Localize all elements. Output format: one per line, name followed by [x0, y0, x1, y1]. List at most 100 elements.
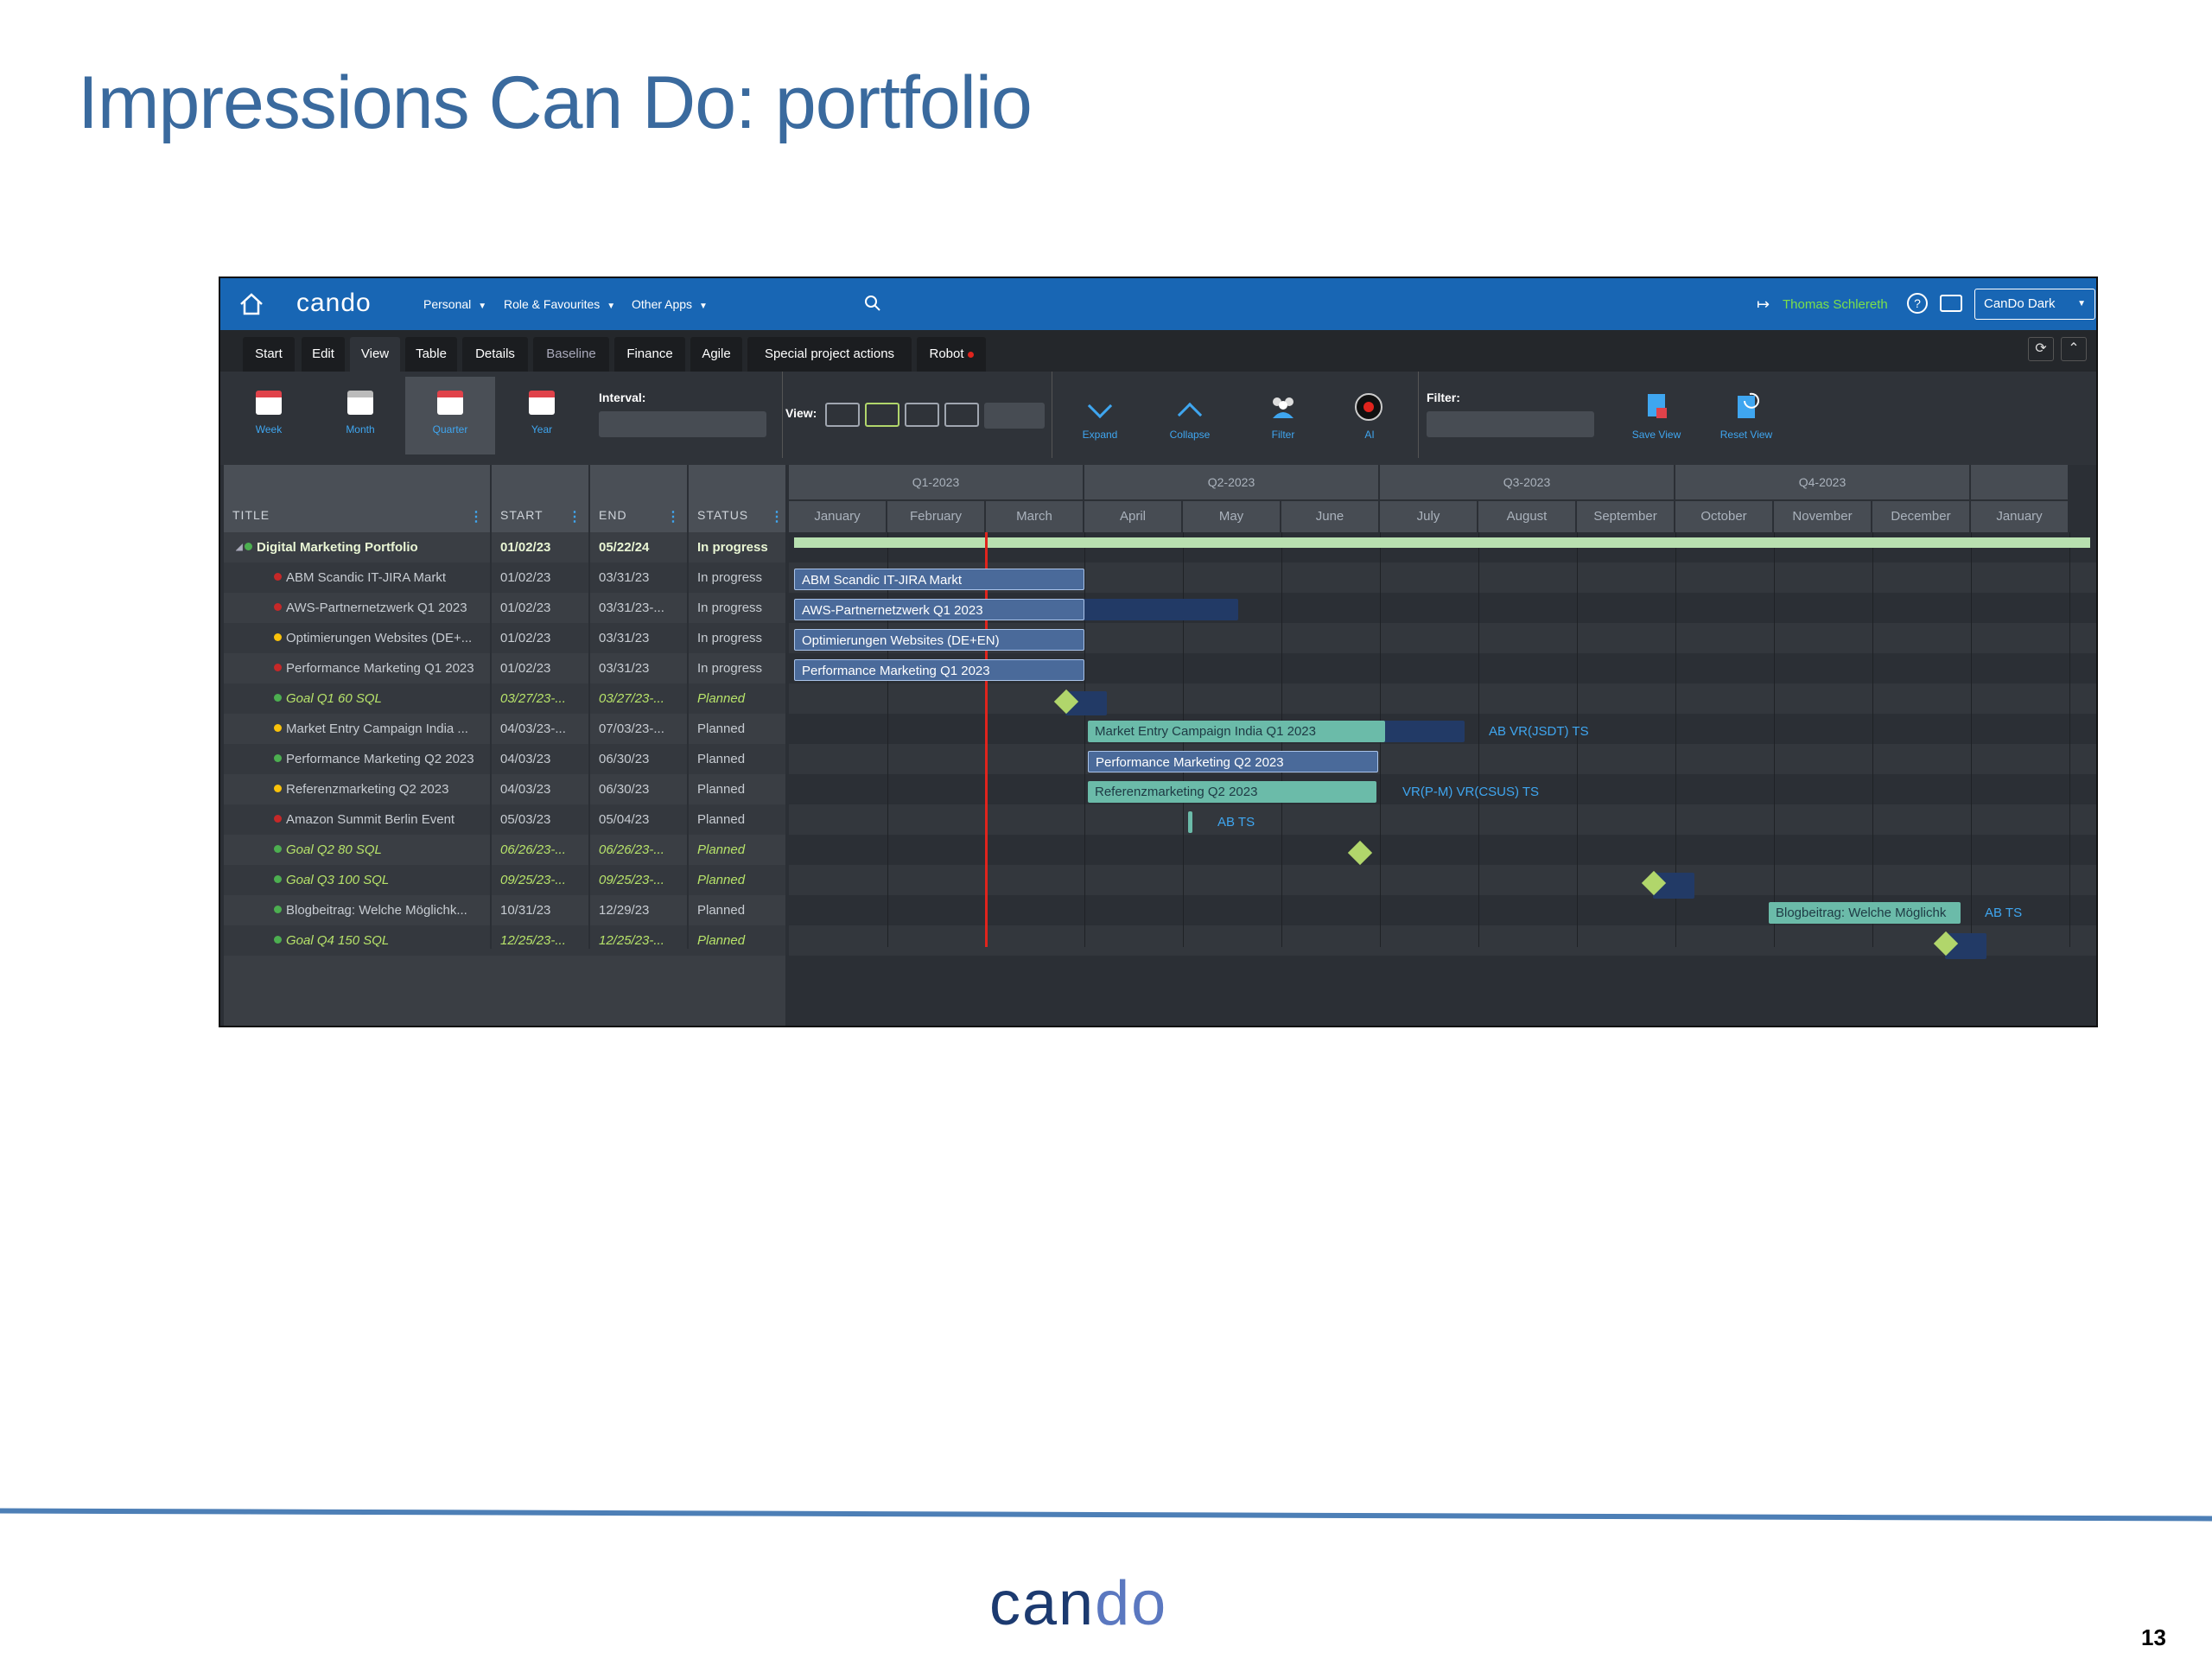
- collapse-ribbon-icon[interactable]: ⌃: [2061, 337, 2087, 361]
- filter-people-icon[interactable]: [1268, 394, 1299, 420]
- gantt-bar[interactable]: Performance Marketing Q1 2023: [794, 659, 1084, 681]
- collapse-button[interactable]: Collapse: [1155, 429, 1224, 441]
- view-extra-input[interactable]: [984, 403, 1045, 429]
- gantt-bar[interactable]: Referenzmarketing Q2 2023: [1088, 781, 1376, 803]
- table-row[interactable]: ◢ Digital Marketing Portfolio 01/02/23 05/2…: [224, 532, 785, 563]
- view-critical-icon[interactable]: [905, 403, 939, 427]
- week-button[interactable]: Week: [224, 377, 314, 454]
- quarter-button[interactable]: Quarter: [405, 377, 495, 454]
- tab-special-project-actions[interactable]: Special project actions: [747, 337, 912, 372]
- interval-input[interactable]: [599, 411, 766, 437]
- gantt-bar[interactable]: AWS-Partnernetzwerk Q1 2023: [794, 599, 1084, 620]
- save-view-button[interactable]: Save View: [1622, 429, 1691, 441]
- table-row[interactable]: Blogbeitrag: Welche Möglichk... 10/31/23 1…: [224, 895, 785, 925]
- expand-button[interactable]: Expand: [1065, 429, 1135, 441]
- col-menu-icon[interactable]: ⋮: [666, 508, 680, 525]
- search-icon[interactable]: [863, 294, 882, 313]
- table-row[interactable]: ABM Scandic IT-JIRA Markt 01/02/23 03/31/2…: [224, 563, 785, 593]
- row-end: 05/22/24: [599, 540, 650, 555]
- col-start[interactable]: START: [500, 508, 543, 522]
- footer-logo: cando: [989, 1569, 1168, 1638]
- col-menu-icon[interactable]: ⋮: [469, 508, 483, 525]
- view-milestone-icon[interactable]: [865, 403, 899, 427]
- row-title: Goal Q3 100 SQL: [274, 873, 488, 887]
- table-row[interactable]: AWS-Partnernetzwerk Q1 2023 01/02/23 03/31…: [224, 593, 785, 623]
- cando-logo[interactable]: cando: [296, 289, 372, 318]
- col-menu-icon[interactable]: ⋮: [770, 508, 784, 525]
- col-status[interactable]: STATUS: [697, 508, 748, 522]
- tab-details[interactable]: Details: [462, 337, 528, 372]
- tab-table[interactable]: Table: [405, 337, 457, 372]
- portfolio-summary-bar[interactable]: [794, 537, 2090, 548]
- row-title: Blogbeitrag: Welche Möglichk...: [274, 903, 488, 918]
- month-header: September: [1577, 501, 1675, 532]
- caret-down-icon: ▼: [478, 302, 487, 311]
- ai-button[interactable]: AI: [1335, 429, 1404, 441]
- table-row[interactable]: Performance Marketing Q1 2023 01/02/23 03/…: [224, 653, 785, 683]
- save-view-icon[interactable]: [1644, 392, 1670, 422]
- row-start: 01/02/23: [500, 570, 551, 585]
- table-row[interactable]: Performance Marketing Q2 2023 04/03/23 06/…: [224, 744, 785, 774]
- tab-agile[interactable]: Agile: [690, 337, 742, 372]
- caret-down-icon: ▼: [699, 302, 708, 311]
- row-end: 05/04/23: [599, 812, 650, 827]
- top-nav-bar: cando Personal ▼ Role & Favourites ▼ Other…: [220, 278, 2096, 330]
- gantt-bar[interactable]: ABM Scandic IT-JIRA Markt: [794, 569, 1084, 590]
- tab-view[interactable]: View: [350, 337, 400, 372]
- gantt-bar[interactable]: Optimierungen Websites (DE+EN): [794, 629, 1084, 651]
- robot-status-dot: [967, 351, 974, 358]
- tab-baseline[interactable]: Baseline: [533, 337, 609, 372]
- col-end[interactable]: END: [599, 508, 627, 522]
- col-menu-icon[interactable]: ⋮: [568, 508, 582, 525]
- gantt-bar[interactable]: Market Entry Campaign India Q1 2023: [1088, 721, 1385, 742]
- year-button[interactable]: Year: [497, 377, 587, 454]
- collapse-icon[interactable]: [1177, 402, 1203, 428]
- tab-edit[interactable]: Edit: [302, 337, 345, 372]
- view-dependency-icon[interactable]: [944, 403, 979, 427]
- gantt-bar-event[interactable]: [1188, 811, 1192, 833]
- refresh-icon[interactable]: ⟳: [2028, 337, 2054, 361]
- gantt-bar[interactable]: Blogbeitrag: Welche Möglichk: [1769, 902, 1961, 924]
- table-row[interactable]: Goal Q3 100 SQL 09/25/23-... 09/25/23-... P…: [224, 865, 785, 895]
- tab-finance[interactable]: Finance: [614, 337, 685, 372]
- help-icon[interactable]: ?: [1907, 293, 1928, 314]
- menu-personal[interactable]: Personal ▼: [423, 297, 486, 311]
- row-title: Performance Marketing Q2 2023: [274, 752, 488, 766]
- table-row[interactable]: Amazon Summit Berlin Event 05/03/23 05/04/…: [224, 804, 785, 835]
- logout-icon[interactable]: ↦: [1757, 296, 1770, 314]
- reset-view-icon[interactable]: [1734, 392, 1760, 422]
- user-name[interactable]: Thomas Schlereth: [1783, 297, 1888, 312]
- view-timeline-icon[interactable]: [825, 403, 860, 427]
- table-row[interactable]: Goal Q1 60 SQL 03/27/23-... 03/27/23-... Pl…: [224, 683, 785, 714]
- reset-view-button[interactable]: Reset View: [1712, 429, 1781, 441]
- mail-icon[interactable]: [1940, 295, 1962, 312]
- ai-robot-icon[interactable]: [1354, 392, 1383, 422]
- month-header: April: [1084, 501, 1183, 532]
- table-row[interactable]: Referenzmarketing Q2 2023 04/03/23 06/30/2…: [224, 774, 785, 804]
- tab-start[interactable]: Start: [243, 337, 295, 372]
- quarter-header: Q3-2023: [1380, 465, 1675, 499]
- theme-select[interactable]: CanDo Dark ▼: [1974, 289, 2095, 320]
- month-header: May: [1183, 501, 1281, 532]
- status-dot: [274, 633, 282, 641]
- menu-other-apps[interactable]: Other Apps ▼: [632, 297, 708, 311]
- home-icon[interactable]: [238, 290, 265, 318]
- month-header: December: [1872, 501, 1971, 532]
- gantt-bar[interactable]: Performance Marketing Q2 2023: [1088, 751, 1378, 772]
- expand-icon[interactable]: [1087, 393, 1113, 419]
- filter-button[interactable]: Filter: [1249, 429, 1318, 441]
- filter-input[interactable]: [1427, 411, 1594, 437]
- tab-robot[interactable]: Robot: [917, 337, 986, 372]
- calendar-month-icon: [347, 391, 373, 415]
- table-row[interactable]: Goal Q4 150 SQL 12/25/23-... 12/25/23-... P…: [224, 925, 785, 956]
- col-title[interactable]: TITLE: [232, 508, 270, 522]
- menu-role-favourites[interactable]: Role & Favourites ▼: [504, 297, 615, 311]
- month-button[interactable]: Month: [315, 377, 405, 454]
- today-line: [985, 532, 988, 947]
- ribbon-divider: [1418, 372, 1419, 458]
- tree-expand-icon[interactable]: ◢: [236, 543, 243, 552]
- table-row[interactable]: Market Entry Campaign India ... 04/03/23-…: [224, 714, 785, 744]
- table-row[interactable]: Goal Q2 80 SQL 06/26/23-... 06/26/23-... Pl…: [224, 835, 785, 865]
- table-row[interactable]: Optimierungen Websites (DE+... 01/02/23 03…: [224, 623, 785, 653]
- month-gridline: [1774, 532, 1775, 947]
